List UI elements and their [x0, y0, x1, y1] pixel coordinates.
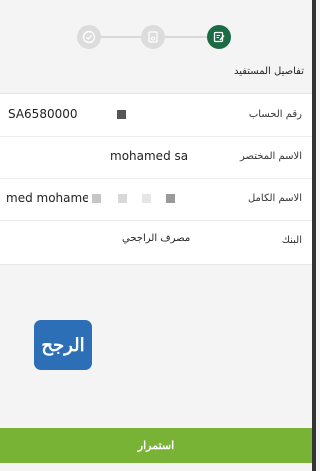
window-edge — [312, 0, 316, 471]
account-number-value: SA6580000 — [8, 107, 78, 121]
continue-button[interactable]: استمرار — [0, 428, 312, 463]
full-name-row: med mohame الاسم الكامل — [0, 178, 316, 221]
full-name-value: med mohame — [6, 191, 88, 205]
document-icon — [148, 31, 158, 43]
logo-text: الرجح — [41, 334, 85, 356]
step-1-check-circle-icon — [77, 25, 101, 49]
account-number-row: SA6580000 رقم الحساب — [0, 94, 316, 137]
redacted-mark — [117, 110, 126, 119]
full-name-label: الاسم الكامل — [247, 193, 302, 204]
account-number-label: رقم الحساب — [248, 109, 302, 120]
short-name-label: الاسم المختصر — [240, 151, 302, 162]
redacted-mark — [92, 194, 101, 203]
bank-value: مصرف الراجحي — [122, 233, 191, 244]
watermark-logo: الرجح — [34, 320, 92, 370]
bank-row: مصرف الراجحي البنك — [0, 220, 316, 262]
edit-note-icon — [213, 31, 225, 43]
section-title: تفاصيل المستفيد — [233, 66, 304, 77]
progress-stepper — [0, 22, 316, 52]
short-name-value: mohamed sa — [110, 149, 189, 163]
bank-label: البنك — [281, 235, 302, 246]
redacted-mark — [142, 194, 151, 203]
stepper-connector — [98, 36, 142, 38]
check-circle-icon — [82, 30, 96, 44]
beneficiary-details-card: SA6580000 رقم الحساب mohamed sa الاسم ال… — [0, 93, 316, 265]
short-name-row: mohamed sa الاسم المختصر — [0, 136, 316, 179]
step-2-document-icon — [141, 25, 165, 49]
step-3-edit-note-icon — [207, 25, 231, 49]
stepper-connector — [165, 36, 207, 38]
redacted-mark — [118, 194, 127, 203]
redacted-mark — [166, 194, 175, 203]
